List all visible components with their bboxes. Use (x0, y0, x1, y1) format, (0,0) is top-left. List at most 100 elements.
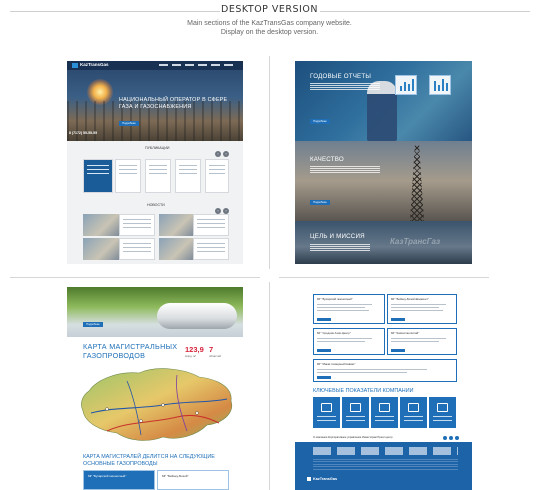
stat-volume-label: млрд. м³ (185, 354, 197, 358)
map-page-preview: Подробнее КАРТА МАГИСТРАЛЬНЫХ ГАЗОПРОВОД… (67, 287, 243, 490)
city-marker (139, 419, 143, 423)
pipeline-card-title: МГ "Бейнеу-Бозой" (162, 474, 189, 478)
pipelines-subtitle: КАРТА МАГИСТРАЛЕЙ ДЕЛИТСЯ НА СЛЕДУЮЩИЕ О… (83, 454, 215, 467)
pipeline-more-button[interactable] (317, 317, 331, 321)
publication-card-featured[interactable] (83, 159, 113, 193)
horizontal-divider-left (10, 277, 260, 278)
pipeline-card-title: МГ "Бухарский газоносный" (88, 474, 127, 478)
news-item[interactable] (119, 238, 155, 260)
instagram-icon[interactable] (449, 436, 453, 440)
pipeline-icon (408, 403, 419, 412)
publications-title: ПУБЛИКАЦИИ (145, 146, 170, 150)
gas-meter-icon (350, 403, 361, 412)
home-top-nav: KazTransGas (67, 61, 243, 70)
mission-title: ЦЕЛЬ И МИССИЯ (310, 233, 365, 240)
hero-title: НАЦИОНАЛЬНЫЙ ОПЕРАТОР В СФЕРЕ ГАЗА И ГАЗ… (119, 97, 228, 110)
pipeline-card[interactable]: МГ "Бейнеу-Бозой" (157, 470, 229, 490)
pipeline-card-wide[interactable]: МГ "Макат-Северный Кавказ" (313, 359, 457, 382)
nav-menu-items[interactable] (159, 64, 237, 66)
annual-reports-text (310, 83, 380, 90)
page-title: DESKTOP VERSION (221, 4, 318, 15)
publication-card[interactable] (205, 159, 229, 193)
country-shape (81, 368, 233, 441)
facebook-icon[interactable] (443, 436, 447, 440)
home-page-preview: KazTransGas НАЦИОНАЛЬНЫЙ ОПЕРАТОР В СФЕР… (67, 61, 243, 264)
kazakhstan-pipeline-map[interactable] (67, 361, 243, 447)
news-item[interactable] (193, 214, 229, 236)
footer-logo-text: KazTransGas (313, 477, 338, 481)
city-marker (195, 411, 199, 415)
news-title: НОВОСТИ (147, 203, 165, 207)
news-image[interactable] (159, 238, 193, 260)
pipeline-card-title: МГ "Макат-Северный Кавказ" (317, 362, 356, 366)
news-item[interactable] (193, 238, 229, 260)
indicators-page-preview: МГ "Бухарский газоносный" МГ "Бейнеу-Боз… (295, 287, 472, 490)
news-item[interactable] (119, 214, 155, 236)
footer-contacts (313, 459, 458, 471)
stat-regions-label: областей (209, 354, 221, 358)
news-image[interactable] (159, 214, 193, 236)
storage-tank-icon (437, 403, 448, 412)
pipeline-more-button[interactable] (317, 348, 331, 352)
stat-regions-value: 7 (209, 345, 214, 354)
company-logo-icon[interactable] (72, 63, 78, 68)
home-content: ПУБЛИКАЦИИ ‹ › НОВОСТИ ‹ › (67, 141, 243, 264)
quality-section (295, 141, 472, 221)
publications-next-arrow[interactable]: › (223, 151, 229, 157)
pipeline-card[interactable]: МГ "Бейнеу-Бозой-Шымкент" (387, 294, 457, 324)
hotline-phone[interactable]: 8 (7172) 55-55-55 (69, 131, 97, 135)
mission-text (310, 244, 370, 251)
horizontal-divider-right (279, 277, 489, 278)
page-subtitle: Main sections of the KazTransGas company… (0, 19, 539, 37)
pipeline-card-title: МГ "Средняя Азия-Центр" (317, 331, 351, 335)
indicator-tile[interactable] (400, 397, 427, 428)
pipeline-more-button[interactable] (317, 375, 331, 379)
news-image[interactable] (83, 214, 119, 236)
mission-section (295, 221, 472, 264)
quality-title: КАЧЕСТВО (310, 156, 344, 163)
pipeline-card-title: МГ "Бейнеу-Бозой-Шымкент" (391, 297, 429, 301)
map-title: КАРТА МАГИСТРАЛЬНЫХ ГАЗОПРОВОДОВ (83, 342, 178, 360)
subtitle-line-1: Main sections of the KazTransGas company… (187, 20, 352, 27)
report-chart-card[interactable] (429, 75, 451, 95)
publication-card[interactable] (115, 159, 141, 193)
indicator-tile[interactable] (342, 397, 369, 428)
vertical-divider-top (269, 56, 270, 269)
quality-button[interactable]: Подробнее (310, 200, 330, 205)
mission-watermark: КазТрансГаз (390, 237, 441, 246)
annual-reports-button[interactable]: Подробнее (310, 119, 330, 124)
vertical-divider-bottom (269, 282, 270, 490)
youtube-icon[interactable] (455, 436, 459, 440)
drilling-rig-image (410, 145, 424, 221)
hero-more-button[interactable]: Подробнее (119, 121, 139, 126)
pipeline-card[interactable]: МГ "Средняя Азия-Центр" (313, 328, 385, 355)
worker-photo (367, 81, 397, 141)
factory-icon (379, 403, 390, 412)
quality-text (310, 166, 380, 173)
indicator-tile[interactable] (313, 397, 340, 428)
indicator-tile[interactable] (371, 397, 398, 428)
pipeline-card[interactable]: МГ "Бухарский газоносный" (313, 294, 385, 324)
pipeline-card-title: МГ "Казахстан-Китай" (391, 331, 420, 335)
banner-more-button[interactable]: Подробнее (83, 322, 103, 327)
pipeline-more-button[interactable] (391, 348, 405, 352)
company-logo-text[interactable]: KazTransGas (80, 62, 109, 67)
indicator-tile[interactable] (429, 397, 456, 428)
footer-nav-links[interactable]: О компании Корпоративное управление Инве… (313, 436, 393, 439)
pipeline-card-active[interactable]: МГ "Бухарский газоносный" (83, 470, 155, 490)
about-page-preview: ГОДОВЫЕ ОТЧЕТЫ Подробнее КАЧЕСТВО Подроб… (295, 61, 472, 264)
pipeline-more-button[interactable] (391, 317, 405, 321)
gas-station-icon (321, 403, 332, 412)
news-image[interactable] (83, 238, 119, 260)
report-chart-card[interactable] (395, 75, 417, 95)
partner-logos[interactable] (313, 447, 458, 455)
stat-volume-value: 123,9 (185, 345, 204, 354)
pipe-image (157, 303, 237, 329)
city-marker (161, 403, 165, 407)
pipeline-card[interactable]: МГ "Казахстан-Китай" (387, 328, 457, 355)
publications-prev-arrow[interactable]: ‹ (215, 151, 221, 157)
footer-logo-icon (307, 477, 311, 481)
publication-card[interactable] (145, 159, 171, 193)
key-indicators-title: КЛЮЧЕВЫЕ ПОКАЗАТЕЛИ КОМПАНИИ (313, 388, 414, 394)
publication-card[interactable] (175, 159, 201, 193)
